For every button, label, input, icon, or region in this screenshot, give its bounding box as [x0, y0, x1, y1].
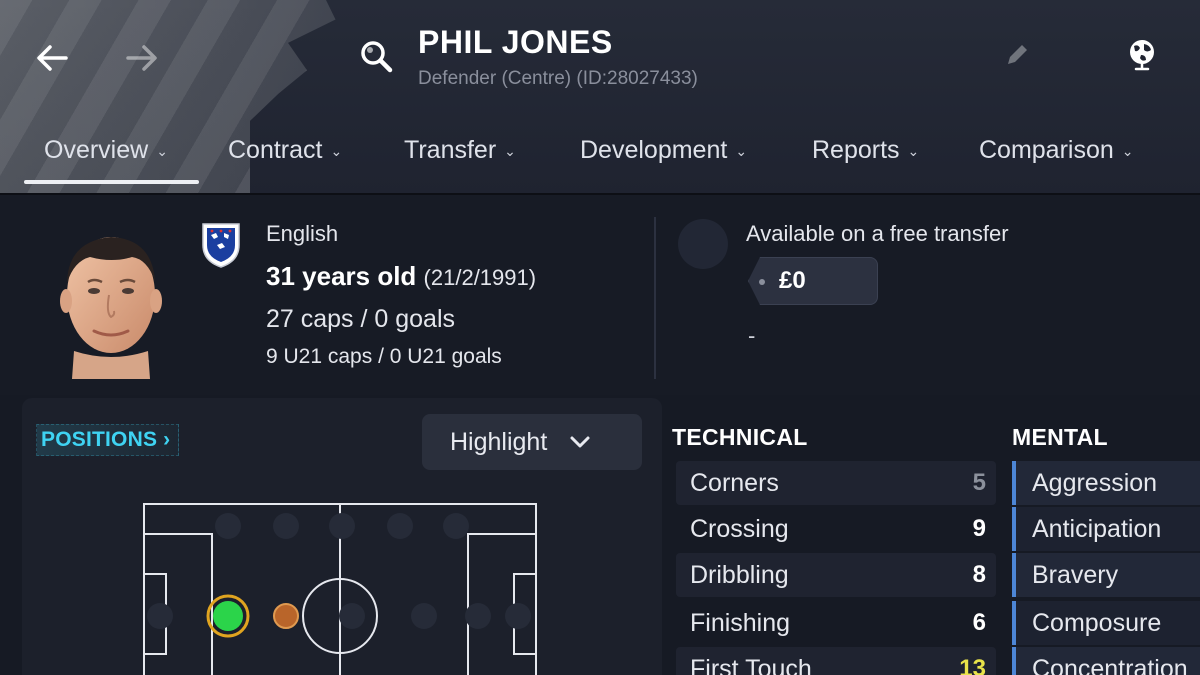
mental-attribute-row[interactable]: Composure — [1012, 601, 1200, 645]
chevron-down-icon — [570, 436, 590, 448]
tab-development[interactable]: Development ⌄ — [580, 136, 747, 165]
attribute-row[interactable]: Finishing 6 — [676, 601, 996, 645]
player-name: PHIL JONES — [418, 24, 613, 60]
attribute-row[interactable]: Crossing 9 — [676, 507, 996, 551]
attribute-name: Aggression — [1032, 468, 1158, 497]
chevron-down-icon: ⌄ — [156, 143, 168, 159]
attribute-value: 13 — [959, 655, 986, 675]
back-button[interactable] — [32, 38, 72, 78]
mental-attribute-row[interactable]: Concentration — [1012, 647, 1200, 675]
arrow-left-icon — [37, 45, 68, 71]
attribute-name: Dribbling — [690, 560, 789, 589]
attribute-row[interactable]: Corners 5 — [676, 461, 996, 505]
tab-comparison[interactable]: Comparison ⌄ — [979, 136, 1134, 165]
attribute-name: Concentration — [1032, 654, 1188, 675]
tab-label: Reports — [812, 136, 900, 164]
tab-label: Comparison — [979, 136, 1114, 164]
mental-attribute-row[interactable]: Bravery — [1012, 553, 1200, 597]
club-badge[interactable] — [678, 219, 728, 269]
attribute-value: 9 — [972, 515, 986, 542]
search-button[interactable] — [356, 36, 396, 76]
profile-divider — [654, 217, 656, 379]
tab-transfer[interactable]: Transfer ⌄ — [404, 136, 516, 165]
international-caps: 27 caps / 0 goals — [266, 305, 456, 333]
tag-hole-icon — [759, 279, 765, 285]
age-line: 31 years old (21/2/1991) — [266, 261, 536, 292]
attribute-name: Crossing — [690, 514, 789, 543]
positions-link[interactable]: POSITIONS › — [36, 424, 180, 456]
arrow-right-icon — [126, 45, 157, 71]
chevron-down-icon: ⌄ — [504, 143, 516, 159]
technical-header: TECHNICAL — [672, 424, 808, 450]
pencil-icon — [1008, 45, 1027, 64]
nationality: English — [266, 221, 339, 246]
mental-header: MENTAL — [1012, 424, 1108, 450]
tab-reports[interactable]: Reports ⌄ — [812, 136, 919, 165]
tab-bar: Overview ⌄ Contract ⌄ Transfer ⌄ Develop… — [0, 128, 1200, 184]
attribute-name: Finishing — [690, 608, 791, 637]
highlight-dropdown-value: Highlight — [450, 427, 548, 456]
mental-attribute-row[interactable]: Anticipation — [1012, 507, 1200, 551]
tab-label: Transfer — [404, 136, 497, 164]
tab-label: Development — [580, 136, 728, 164]
active-tab-indicator — [24, 180, 199, 184]
tab-label: Contract — [228, 136, 323, 164]
attribute-row[interactable]: First Touch 13 — [676, 647, 996, 675]
globe-icon — [1130, 40, 1154, 71]
u21-caps: 9 U21 caps / 0 U21 goals — [266, 345, 502, 368]
player-photo — [52, 223, 170, 379]
attribute-name: Corners — [690, 468, 779, 497]
attribute-value: 5 — [972, 469, 986, 496]
chevron-right-icon: › — [163, 428, 171, 451]
chevron-down-icon: ⌄ — [735, 143, 748, 159]
attribute-name: Bravery — [1032, 560, 1119, 589]
secondary-position-marker — [273, 603, 299, 629]
attribute-name: Anticipation — [1032, 514, 1162, 543]
tab-overview[interactable]: Overview ⌄ — [44, 136, 168, 165]
position-pitch — [143, 503, 537, 675]
player-profile: English 31 years old (21/2/1991) 27 caps… — [0, 195, 1200, 395]
attribute-value: 8 — [972, 561, 986, 588]
attribute-row[interactable]: Dribbling 8 — [676, 553, 996, 597]
highlight-dropdown[interactable]: Highlight — [422, 414, 642, 470]
attribute-name: Composure — [1032, 608, 1162, 637]
chevron-down-icon: ⌄ — [1121, 143, 1134, 159]
tab-label: Overview — [44, 136, 149, 164]
forward-button[interactable] — [122, 38, 162, 78]
player-position-id: Defender (Centre) (ID:28027433) — [418, 68, 698, 89]
chevron-down-icon: ⌄ — [330, 143, 343, 159]
globe-button[interactable] — [1124, 36, 1160, 72]
extra-info: - — [748, 323, 756, 348]
mental-attribute-row[interactable]: Aggression — [1012, 461, 1200, 505]
age: 31 years old — [266, 261, 417, 291]
transfer-status: Available on a free transfer — [746, 221, 1009, 246]
natural-position-marker — [213, 601, 243, 631]
player-header: PHIL JONES Defender (Centre) (ID:2802743… — [0, 0, 1200, 195]
attribute-value: 6 — [972, 609, 986, 636]
transfer-value: £0 — [779, 267, 806, 294]
date-of-birth: (21/2/1991) — [423, 265, 537, 290]
attribute-name: First Touch — [690, 654, 812, 675]
price-tag[interactable]: £0 — [748, 257, 878, 305]
england-crest-icon — [200, 221, 242, 269]
chevron-down-icon: ⌄ — [907, 143, 920, 159]
positions-panel: POSITIONS › Highlight — [22, 398, 662, 675]
tab-contract[interactable]: Contract ⌄ — [228, 136, 342, 165]
positions-label: POSITIONS — [41, 428, 158, 451]
edit-button[interactable] — [1004, 42, 1030, 68]
search-icon — [361, 41, 393, 73]
